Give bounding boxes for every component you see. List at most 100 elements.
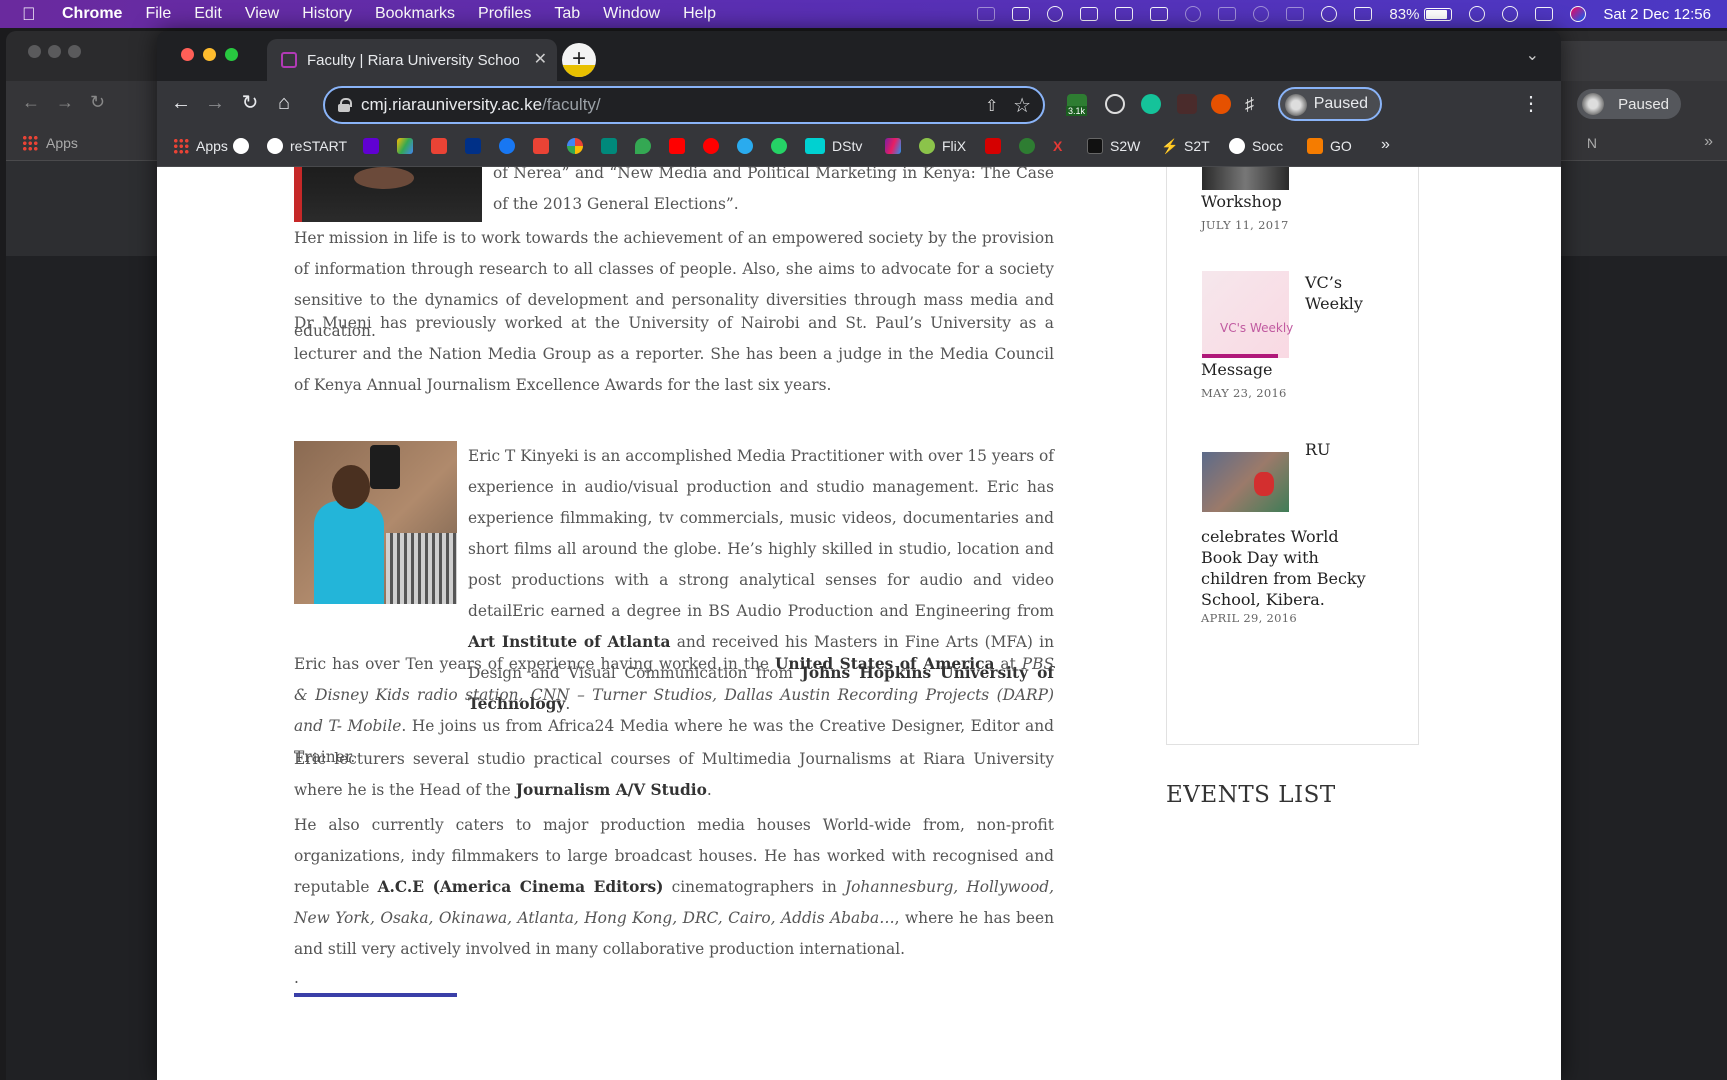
bookmark-meet[interactable]: [601, 138, 617, 154]
battery-status[interactable]: 83%: [1389, 6, 1453, 23]
bookmark-whatsapp[interactable]: [771, 138, 787, 154]
bookmark-star-icon[interactable]: ☆: [1013, 93, 1031, 118]
menu-bookmarks[interactable]: Bookmarks: [375, 5, 455, 23]
bookmark-paypal[interactable]: [465, 138, 481, 154]
bookmarks-overflow-icon[interactable]: »: [1381, 136, 1390, 154]
menu-window[interactable]: Window: [603, 5, 660, 23]
bookmark-go[interactable]: GO: [1307, 138, 1352, 154]
post-thumb-vc-weekly[interactable]: VC's Weekly: [1202, 271, 1293, 358]
menu-file[interactable]: File: [145, 5, 171, 23]
post-title-vc-weekly-cont[interactable]: Message: [1201, 359, 1273, 380]
bookmark-flix[interactable]: FliX: [919, 138, 966, 154]
bookmark-green[interactable]: [1019, 138, 1035, 154]
notification-icon[interactable]: [1012, 7, 1031, 21]
puzzle-extensions-icon[interactable]: ♯: [1245, 94, 1265, 114]
siri-icon[interactable]: [1570, 6, 1587, 22]
bg-reload-icon[interactable]: ↻: [90, 92, 110, 112]
menu-profiles[interactable]: Profiles: [478, 5, 531, 23]
chrome-menu-icon[interactable]: ⋮: [1521, 91, 1541, 116]
play-icon[interactable]: [1047, 6, 1064, 22]
menu-edit[interactable]: Edit: [194, 5, 222, 23]
bookmark-maps[interactable]: [635, 138, 651, 154]
bg-close-dot[interactable]: [28, 45, 41, 58]
bg-minimize-dot[interactable]: [48, 45, 61, 58]
moon-icon[interactable]: [1185, 6, 1202, 22]
menu-tab[interactable]: Tab: [554, 5, 580, 23]
keyboard-icon[interactable]: [1354, 7, 1373, 21]
address-bar[interactable]: cmj.riarauniversity.ac.ke/faculty/ ⇧ ☆: [323, 86, 1045, 124]
post-title-vc-weekly[interactable]: VC’s Weekly: [1305, 272, 1395, 314]
tab-search-chevron-icon[interactable]: ⌄: [1526, 45, 1539, 65]
dots-icon[interactable]: [1218, 7, 1237, 21]
menu-app-name[interactable]: Chrome: [62, 5, 122, 23]
vpn-icon[interactable]: [1253, 6, 1270, 22]
post-title-workshop[interactable]: Workshop: [1201, 191, 1282, 212]
volume-icon[interactable]: [1150, 7, 1169, 21]
window-zoom-button[interactable]: [225, 48, 238, 61]
window-minimize-button[interactable]: [203, 48, 216, 61]
bookmark-facebook[interactable]: [499, 138, 515, 154]
reload-icon[interactable]: ↻: [239, 92, 261, 114]
bg-forward-icon[interactable]: →: [56, 92, 76, 112]
bookmark-socc[interactable]: Socc: [1229, 138, 1283, 154]
bookmark-drive[interactable]: [397, 138, 413, 154]
control-center-icon[interactable]: [1535, 7, 1554, 21]
bookmark-telegram[interactable]: [737, 138, 753, 154]
paypal-icon: [465, 138, 481, 154]
bg-bookmark-trailing[interactable]: N: [1587, 135, 1597, 151]
share-icon[interactable]: ⇧: [985, 96, 1001, 115]
menu-view[interactable]: View: [245, 5, 279, 23]
bookmark-s2t[interactable]: ⚡ S2T: [1161, 138, 1210, 154]
wifi-icon[interactable]: [1469, 6, 1486, 22]
post-title-world-book-day[interactable]: RU: [1305, 439, 1331, 460]
bookmark-restart[interactable]: reSTART: [267, 138, 347, 154]
post-thumb-world-book-day[interactable]: [1202, 452, 1289, 512]
bookmark-youtube-2[interactable]: [703, 138, 719, 154]
profile-paused-button[interactable]: Paused: [1278, 87, 1382, 121]
user-icon[interactable]: [1321, 6, 1338, 22]
extension-icon[interactable]: [1177, 94, 1197, 114]
bookmark-dstv[interactable]: DStv: [805, 138, 862, 154]
bookmark-icon-1[interactable]: [233, 138, 249, 154]
bookmark-gmail-2[interactable]: [533, 138, 549, 154]
bookmark-yahoo[interactable]: [363, 138, 379, 154]
stripes-icon: [885, 138, 901, 154]
post-title-world-book-day-cont[interactable]: celebrates World Book Day with children …: [1201, 526, 1371, 610]
grammarly-extension-icon[interactable]: [1141, 94, 1161, 114]
screen-mirroring-icon[interactable]: [1115, 7, 1134, 21]
tab-active[interactable]: Faculty | Riara University School ✕: [267, 39, 557, 81]
bookmark-stripes[interactable]: [885, 138, 901, 154]
extension-counter-icon[interactable]: 3.1k: [1066, 94, 1088, 116]
bookmarks-bar: Apps reSTART DStv FliX X S2W ⚡ S2T Socc G…: [157, 127, 1561, 167]
record-extension-icon[interactable]: [1211, 94, 1231, 114]
bookmark-tv[interactable]: [985, 138, 1001, 154]
bookmark-s2w[interactable]: S2W: [1087, 138, 1140, 154]
menu-help[interactable]: Help: [683, 5, 716, 23]
apple-menu-icon[interactable]: : [22, 4, 42, 25]
bg-zoom-dot[interactable]: [68, 45, 81, 58]
home-icon[interactable]: ⌂: [273, 92, 295, 114]
mic-off-icon[interactable]: [977, 7, 996, 21]
forward-icon[interactable]: →: [204, 92, 226, 114]
bg-back-icon[interactable]: ←: [22, 92, 42, 112]
bluetooth-icon[interactable]: [1286, 7, 1305, 21]
speedometer-extension-icon[interactable]: [1105, 94, 1125, 114]
bookmark-youtube[interactable]: [669, 138, 685, 154]
bookmark-apps[interactable]: Apps: [173, 138, 228, 154]
window-close-button[interactable]: [181, 48, 194, 61]
bg-profile-paused[interactable]: Paused: [1577, 89, 1681, 119]
display-icon[interactable]: [1080, 7, 1099, 21]
new-tab-button[interactable]: +: [562, 43, 596, 77]
menu-history[interactable]: History: [302, 5, 352, 23]
menubar-clock[interactable]: Sat 2 Dec 12:56: [1603, 6, 1711, 23]
bookmark-gmail[interactable]: [431, 138, 447, 154]
back-icon[interactable]: ←: [170, 92, 192, 114]
bookmark-x[interactable]: X: [1053, 138, 1069, 154]
spotlight-search-icon[interactable]: [1502, 6, 1519, 22]
bg-bookmarks-overflow-icon[interactable]: »: [1704, 133, 1713, 151]
post-thumb-workshop[interactable]: [1202, 167, 1289, 190]
close-tab-icon[interactable]: ✕: [534, 49, 547, 69]
bg-apps-bookmark[interactable]: Apps: [22, 135, 78, 151]
bookmark-google[interactable]: [567, 138, 583, 154]
lock-icon[interactable]: [338, 98, 352, 112]
